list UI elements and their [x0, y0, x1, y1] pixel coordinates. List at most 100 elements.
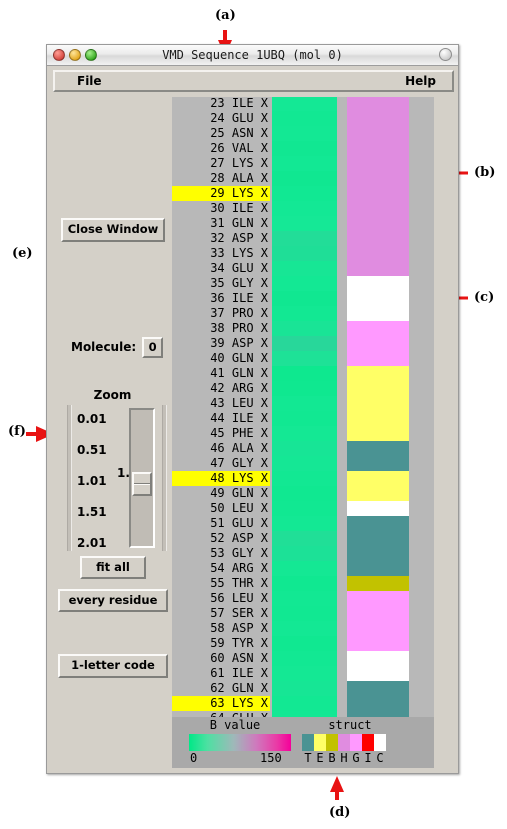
sequence-row[interactable]: 53 GLY X	[172, 546, 434, 561]
secondary-structure-cell[interactable]	[347, 546, 409, 561]
menu-file[interactable]: File	[71, 74, 108, 88]
b-value-cell[interactable]	[272, 516, 337, 531]
b-value-cell[interactable]	[272, 366, 337, 381]
secondary-structure-cell[interactable]	[347, 321, 409, 336]
residue-label[interactable]: 43 LEU X	[172, 396, 270, 411]
sequence-row[interactable]: 28 ALA X	[172, 171, 434, 186]
sequence-row[interactable]: 29 LYS X	[172, 186, 434, 201]
residue-label[interactable]: 44 ILE X	[172, 411, 270, 426]
secondary-structure-cell[interactable]	[347, 201, 409, 216]
secondary-structure-cell[interactable]	[347, 246, 409, 261]
secondary-structure-cell[interactable]	[347, 291, 409, 306]
residue-label[interactable]: 63 LYS X	[172, 696, 270, 711]
secondary-structure-cell[interactable]	[347, 366, 409, 381]
sequence-row[interactable]: 60 ASN X	[172, 651, 434, 666]
b-value-cell[interactable]	[272, 381, 337, 396]
secondary-structure-cell[interactable]	[347, 216, 409, 231]
sequence-row[interactable]: 45 PHE X	[172, 426, 434, 441]
secondary-structure-cell[interactable]	[347, 426, 409, 441]
b-value-cell[interactable]	[272, 186, 337, 201]
secondary-structure-cell[interactable]	[347, 456, 409, 471]
residue-label[interactable]: 28 ALA X	[172, 171, 270, 186]
b-value-cell[interactable]	[272, 261, 337, 276]
residue-label[interactable]: 31 GLN X	[172, 216, 270, 231]
b-value-cell[interactable]	[272, 336, 337, 351]
secondary-structure-cell[interactable]	[347, 576, 409, 591]
b-value-cell[interactable]	[272, 396, 337, 411]
secondary-structure-cell[interactable]	[347, 126, 409, 141]
residue-label[interactable]: 34 GLU X	[172, 261, 270, 276]
b-value-cell[interactable]	[272, 126, 337, 141]
residue-label[interactable]: 56 LEU X	[172, 591, 270, 606]
every-residue-button[interactable]: every residue	[58, 589, 168, 612]
secondary-structure-cell[interactable]	[347, 336, 409, 351]
residue-label[interactable]: 40 GLN X	[172, 351, 270, 366]
sequence-row[interactable]: 27 LYS X	[172, 156, 434, 171]
secondary-structure-cell[interactable]	[347, 231, 409, 246]
b-value-cell[interactable]	[272, 591, 337, 606]
sequence-row[interactable]: 50 LEU X	[172, 501, 434, 516]
secondary-structure-cell[interactable]	[347, 396, 409, 411]
b-value-cell[interactable]	[272, 291, 337, 306]
residue-label[interactable]: 53 GLY X	[172, 546, 270, 561]
sequence-row[interactable]: 37 PRO X	[172, 306, 434, 321]
secondary-structure-cell[interactable]	[347, 531, 409, 546]
b-value-cell[interactable]	[272, 621, 337, 636]
menu-help[interactable]: Help	[399, 74, 442, 88]
b-value-cell[interactable]	[272, 111, 337, 126]
sequence-row[interactable]: 48 LYS X	[172, 471, 434, 486]
secondary-structure-cell[interactable]	[347, 696, 409, 711]
b-value-cell[interactable]	[272, 306, 337, 321]
residue-label[interactable]: 39 ASP X	[172, 336, 270, 351]
secondary-structure-cell[interactable]	[347, 97, 409, 111]
residue-label[interactable]: 23 ILE X	[172, 97, 270, 111]
secondary-structure-cell[interactable]	[347, 471, 409, 486]
sequence-row[interactable]: 63 LYS X	[172, 696, 434, 711]
secondary-structure-cell[interactable]	[347, 351, 409, 366]
secondary-structure-cell[interactable]	[347, 261, 409, 276]
b-value-cell[interactable]	[272, 141, 337, 156]
b-value-cell[interactable]	[272, 351, 337, 366]
secondary-structure-cell[interactable]	[347, 651, 409, 666]
zoom-slider[interactable]: 0.01 0.51 1.01 1.51 2.01 1.00	[67, 405, 167, 551]
secondary-structure-cell[interactable]	[347, 591, 409, 606]
b-value-cell[interactable]	[272, 216, 337, 231]
secondary-structure-cell[interactable]	[347, 516, 409, 531]
residue-label[interactable]: 57 SER X	[172, 606, 270, 621]
residue-label[interactable]: 47 GLY X	[172, 456, 270, 471]
residue-label[interactable]: 46 ALA X	[172, 441, 270, 456]
b-value-cell[interactable]	[272, 156, 337, 171]
secondary-structure-cell[interactable]	[347, 501, 409, 516]
secondary-structure-cell[interactable]	[347, 171, 409, 186]
residue-label[interactable]: 54 ARG X	[172, 561, 270, 576]
residue-label[interactable]: 51 GLU X	[172, 516, 270, 531]
sequence-row[interactable]: 36 ILE X	[172, 291, 434, 306]
b-value-cell[interactable]	[272, 471, 337, 486]
sequence-row[interactable]: 58 ASP X	[172, 621, 434, 636]
b-value-cell[interactable]	[272, 696, 337, 711]
b-value-cell[interactable]	[272, 636, 337, 651]
b-value-cell[interactable]	[272, 666, 337, 681]
sequence-row[interactable]: 56 LEU X	[172, 591, 434, 606]
sequence-row[interactable]: 43 LEU X	[172, 396, 434, 411]
sequence-row[interactable]: 32 ASP X	[172, 231, 434, 246]
b-value-cell[interactable]	[272, 606, 337, 621]
sequence-row[interactable]: 40 GLN X	[172, 351, 434, 366]
residue-label[interactable]: 38 PRO X	[172, 321, 270, 336]
sequence-viewport[interactable]: 23 ILE X 24 GLU X 25 ASN X 26 VAL X 27 LYS X…	[172, 97, 434, 768]
sequence-row[interactable]: 61 ILE X	[172, 666, 434, 681]
sequence-row[interactable]: 49 GLN X	[172, 486, 434, 501]
sequence-row[interactable]: 26 VAL X	[172, 141, 434, 156]
fit-all-button[interactable]: fit all	[80, 556, 146, 579]
secondary-structure-cell[interactable]	[347, 156, 409, 171]
b-value-cell[interactable]	[272, 321, 337, 336]
secondary-structure-cell[interactable]	[347, 486, 409, 501]
residue-label[interactable]: 27 LYS X	[172, 156, 270, 171]
secondary-structure-cell[interactable]	[347, 621, 409, 636]
b-value-cell[interactable]	[272, 681, 337, 696]
sequence-row[interactable]: 39 ASP X	[172, 336, 434, 351]
secondary-structure-cell[interactable]	[347, 606, 409, 621]
secondary-structure-cell[interactable]	[347, 186, 409, 201]
residue-label[interactable]: 35 GLY X	[172, 276, 270, 291]
secondary-structure-cell[interactable]	[347, 411, 409, 426]
